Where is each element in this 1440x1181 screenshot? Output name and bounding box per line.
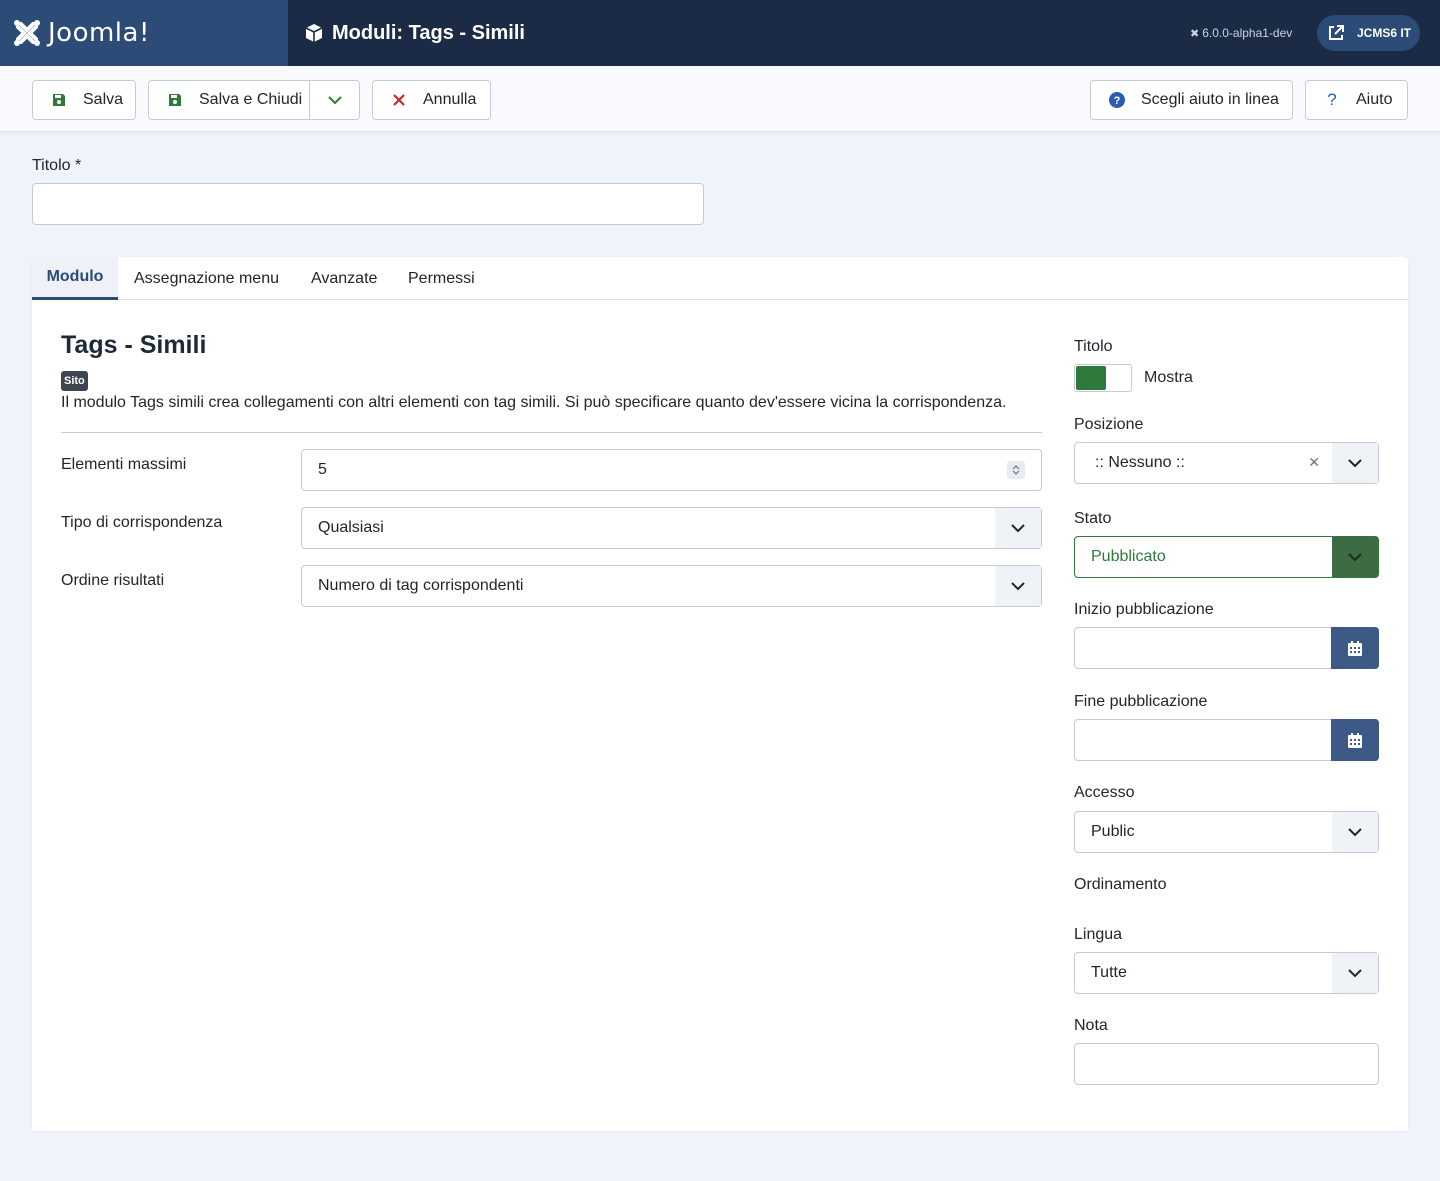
- title-label: Titolo *: [32, 157, 82, 174]
- tab-bar: Modulo Assegnazione menu Avanzate Permes…: [32, 257, 1408, 300]
- help-online-button[interactable]: ? Scegli aiuto in linea: [1090, 80, 1293, 120]
- save-close-button[interactable]: Salva e Chiudi: [148, 80, 360, 120]
- tab-permissions[interactable]: Permessi: [408, 257, 475, 300]
- status-value: Pubblicato: [1091, 548, 1166, 565]
- max-items-input[interactable]: 5: [301, 449, 1042, 491]
- order-label: Ordine risultati: [61, 572, 165, 589]
- note-label: Nota: [1074, 1017, 1108, 1034]
- position-value: :: Nessuno ::: [1095, 454, 1185, 471]
- chevron-down-icon: [1332, 812, 1378, 852]
- publish-up-input[interactable]: [1074, 627, 1379, 669]
- max-items-value: 5: [318, 461, 327, 478]
- max-items-label: Elementi massimi: [61, 456, 187, 473]
- number-spinner[interactable]: [1007, 461, 1025, 479]
- joomla-logo-icon: [14, 20, 40, 46]
- publish-down-label: Fine pubblicazione: [1074, 693, 1208, 710]
- version-text: 6.0.0-alpha1-dev: [1202, 26, 1293, 40]
- brand-logo[interactable]: Joomla!: [0, 0, 288, 66]
- tab-menu-assignment[interactable]: Assegnazione menu: [134, 257, 279, 300]
- show-title-toggle[interactable]: [1074, 364, 1132, 392]
- module-edit-card: Modulo Assegnazione menu Avanzate Permes…: [32, 257, 1408, 1131]
- match-type-label: Tipo di corrispondenza: [61, 514, 223, 531]
- save-options-dropdown-toggle[interactable]: [309, 81, 359, 119]
- chevron-down-icon: [327, 95, 342, 104]
- close-icon: [391, 92, 407, 108]
- chevron-down-icon: [1332, 537, 1378, 577]
- save-label: Salva: [83, 91, 124, 108]
- svg-text:?: ?: [1114, 95, 1121, 107]
- language-label: Lingua: [1074, 926, 1123, 943]
- spinner-arrows-icon: [1012, 465, 1020, 475]
- match-type-value: Qualsiasi: [318, 519, 384, 536]
- question-circle-icon: ?: [1109, 92, 1125, 108]
- access-value: Public: [1091, 823, 1135, 840]
- clear-icon[interactable]: ✕: [1308, 454, 1320, 471]
- calendar-icon: [1348, 732, 1362, 748]
- position-label: Posizione: [1074, 416, 1144, 433]
- title-input[interactable]: [32, 183, 704, 225]
- site-button-label: JCMS6 IT: [1357, 26, 1412, 40]
- save-button[interactable]: Salva: [32, 80, 136, 120]
- page-title-text: Moduli: Tags - Simili: [332, 21, 525, 44]
- toolbar: Salva Salva e Chiudi Annulla ? Scegli ai…: [0, 66, 1440, 132]
- save-close-label: Salva e Chiudi: [199, 91, 303, 108]
- toggle-on-indicator: [1076, 366, 1106, 390]
- calendar-button[interactable]: [1331, 719, 1379, 761]
- app-header: Joomla! Moduli: Tags - Simili ✖ 6.0.0-al…: [0, 0, 1440, 66]
- tab-advanced[interactable]: Avanzate: [311, 257, 377, 300]
- order-value: Numero di tag corrispondenti: [318, 577, 524, 594]
- module-description: Il modulo Tags simili crea collegamenti …: [61, 394, 1007, 411]
- publish-up-label: Inizio pubblicazione: [1074, 601, 1214, 618]
- access-select[interactable]: Public: [1074, 811, 1379, 853]
- publish-down-input[interactable]: [1074, 719, 1379, 761]
- page-title: Moduli: Tags - Simili: [304, 0, 525, 66]
- external-link-icon: [1329, 25, 1344, 40]
- order-select[interactable]: Numero di tag corrispondenti: [301, 565, 1042, 607]
- chevron-down-icon: [995, 508, 1041, 548]
- note-input[interactable]: [1074, 1043, 1379, 1085]
- floppy-disk-icon: [167, 92, 183, 108]
- version-info: ✖ 6.0.0-alpha1-dev: [1190, 0, 1292, 66]
- module-name: Tags - Simili: [61, 331, 207, 359]
- status-select[interactable]: Pubblicato: [1074, 536, 1379, 578]
- question-mark-icon: ?: [1327, 90, 1337, 109]
- position-select[interactable]: :: Nessuno :: ✕: [1074, 442, 1379, 484]
- calendar-button[interactable]: [1331, 627, 1379, 669]
- chevron-down-icon: [1332, 443, 1378, 483]
- joomla-small-icon: ✖: [1190, 27, 1200, 40]
- access-label: Accesso: [1074, 784, 1135, 801]
- divider: [61, 432, 1042, 433]
- help-label: Aiuto: [1356, 91, 1393, 108]
- help-online-label: Scegli aiuto in linea: [1141, 91, 1279, 108]
- cancel-button[interactable]: Annulla: [372, 80, 491, 120]
- view-site-button[interactable]: JCMS6 IT: [1317, 15, 1420, 51]
- client-badge: Sito: [61, 371, 88, 391]
- calendar-icon: [1348, 640, 1362, 656]
- language-select[interactable]: Tutte: [1074, 952, 1379, 994]
- tab-modulo[interactable]: Modulo: [32, 257, 118, 300]
- help-button[interactable]: ? Aiuto: [1305, 80, 1408, 120]
- match-type-select[interactable]: Qualsiasi: [301, 507, 1042, 549]
- cancel-label: Annulla: [423, 91, 477, 108]
- show-title-label: Titolo: [1074, 338, 1113, 355]
- language-value: Tutte: [1091, 964, 1127, 981]
- ordering-label: Ordinamento: [1074, 876, 1167, 893]
- floppy-disk-icon: [51, 92, 67, 108]
- chevron-down-icon: [1332, 953, 1378, 993]
- cube-icon: [305, 24, 323, 42]
- chevron-down-icon: [995, 566, 1041, 606]
- brand-text: Joomla!: [48, 18, 150, 48]
- show-title-state: Mostra: [1144, 369, 1193, 386]
- status-label: Stato: [1074, 510, 1112, 527]
